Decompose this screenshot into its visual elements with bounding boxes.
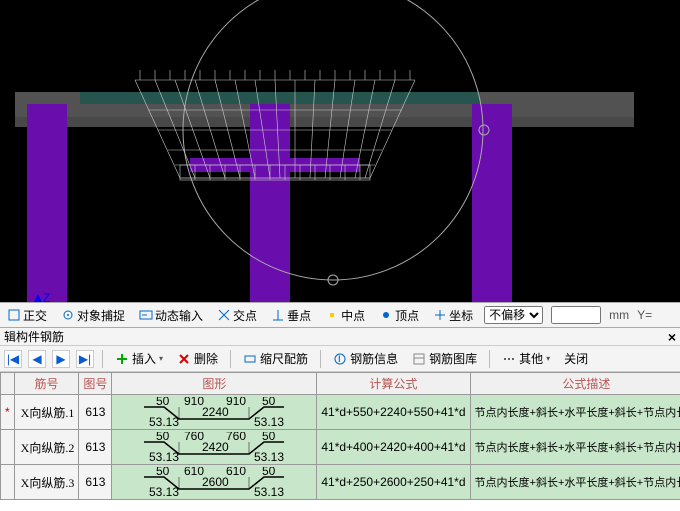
close-button[interactable]: 关闭 [560, 349, 592, 368]
svg-text:2600: 2600 [202, 475, 229, 489]
svg-text:Z: Z [43, 292, 50, 302]
insert-button[interactable]: 插入▾ [111, 349, 167, 368]
rebar-toolbar: |◀ ◀ ▶ ▶| 插入▾ 删除 缩尺配筋 i钢筋信息 钢筋图库 其他▾ 关闭 [0, 346, 680, 372]
desc-cell[interactable]: 节点内长度+斜长+水平长度+斜长+节点内长度 [470, 395, 680, 430]
offset-value-input[interactable] [551, 306, 601, 324]
other-dropdown[interactable]: 其他▾ [498, 349, 554, 368]
svg-text:2240: 2240 [202, 405, 229, 419]
col-desc[interactable]: 公式描述 [470, 373, 680, 395]
svg-text:53.13: 53.13 [254, 450, 284, 462]
formula-cell[interactable]: 41*d+250+2600+250+41*d [317, 465, 470, 500]
rebar-info-button[interactable]: i钢筋信息 [329, 349, 402, 368]
fig-no-cell[interactable]: 613 [79, 430, 112, 465]
svg-text:53.13: 53.13 [149, 485, 179, 497]
svg-text:760: 760 [226, 432, 246, 443]
row-marker: * [1, 395, 15, 430]
midpoint-snap[interactable]: 中点 [322, 306, 368, 325]
col-bar-no[interactable]: 筋号 [14, 373, 79, 395]
bar-name-cell[interactable]: X向纵筋.3 [14, 465, 79, 500]
bar-name-cell[interactable]: X向纵筋.1 [14, 395, 79, 430]
shape-cell[interactable]: 507607605053.13242053.13 [112, 430, 317, 465]
rebar-table[interactable]: 筋号 图号 图形 计算公式 公式描述 长 *X向纵筋.1613509109105… [0, 372, 680, 511]
vertex-snap[interactable]: 顶点 [376, 306, 422, 325]
col-shape[interactable]: 图形 [112, 373, 317, 395]
delete-button[interactable]: 删除 [173, 349, 222, 368]
col-formula[interactable]: 计算公式 [317, 373, 470, 395]
cad-viewport[interactable]: Z X Y [0, 0, 680, 302]
svg-text:i: i [338, 352, 341, 365]
svg-text:910: 910 [226, 397, 246, 408]
svg-text:53.13: 53.13 [254, 485, 284, 497]
rebar-panel-header: 辑构件钢筋 × [0, 328, 680, 346]
osnap-toggle[interactable]: 对象捕捉 [58, 306, 128, 325]
panel-title: 辑构件钢筋 [4, 328, 64, 345]
status-toolbar: 正交 对象捕捉 动态输入 交点 垂点 中点 顶点 坐标 不偏移 mm Y= [0, 302, 680, 328]
svg-text:53.13: 53.13 [149, 450, 179, 462]
col-fig-no[interactable]: 图号 [79, 373, 112, 395]
nav-first-button[interactable]: |◀ [4, 350, 22, 368]
dyninput-toggle[interactable]: 动态输入 [136, 306, 206, 325]
formula-cell[interactable]: 41*d+400+2420+400+41*d [317, 430, 470, 465]
y-coord-label: Y= [637, 308, 652, 322]
table-row[interactable]: X向纵筋.2613507607605053.13242053.1341*d+40… [1, 430, 680, 465]
shape-cell[interactable]: 506106105053.13260053.13 [112, 465, 317, 500]
mm-label: mm [609, 308, 629, 322]
svg-text:2420: 2420 [202, 440, 229, 454]
svg-text:53.13: 53.13 [149, 415, 179, 427]
row-marker [1, 465, 15, 500]
fig-no-cell[interactable]: 613 [79, 465, 112, 500]
coord-snap[interactable]: 坐标 [430, 306, 476, 325]
desc-cell[interactable]: 节点内长度+斜长+水平长度+斜长+节点内长度 [470, 465, 680, 500]
desc-cell[interactable]: 节点内长度+斜长+水平长度+斜长+节点内长度 [470, 430, 680, 465]
rebar-library-button[interactable]: 钢筋图库 [408, 349, 481, 368]
nav-prev-button[interactable]: ◀ [28, 350, 46, 368]
perpendicular-snap[interactable]: 垂点 [268, 306, 314, 325]
table-row[interactable]: X向纵筋.3613506106105053.13260053.1341*d+25… [1, 465, 680, 500]
svg-text:610: 610 [226, 467, 246, 478]
nav-next-button[interactable]: ▶ [52, 350, 70, 368]
table-row[interactable]: *X向纵筋.1613509109105053.13224053.1341*d+5… [1, 395, 680, 430]
offset-mode-select[interactable]: 不偏移 [484, 306, 543, 324]
bar-name-cell[interactable]: X向纵筋.2 [14, 430, 79, 465]
close-icon[interactable]: × [668, 329, 676, 345]
formula-cell[interactable]: 41*d+550+2240+550+41*d [317, 395, 470, 430]
shape-cell[interactable]: 509109105053.13224053.13 [112, 395, 317, 430]
ortho-toggle[interactable]: 正交 [4, 306, 50, 325]
nav-last-button[interactable]: ▶| [76, 350, 94, 368]
fig-no-cell[interactable]: 613 [79, 395, 112, 430]
intersection-snap[interactable]: 交点 [214, 306, 260, 325]
svg-text:53.13: 53.13 [254, 415, 284, 427]
scale-rebar-button[interactable]: 缩尺配筋 [239, 349, 312, 368]
row-marker [1, 430, 15, 465]
